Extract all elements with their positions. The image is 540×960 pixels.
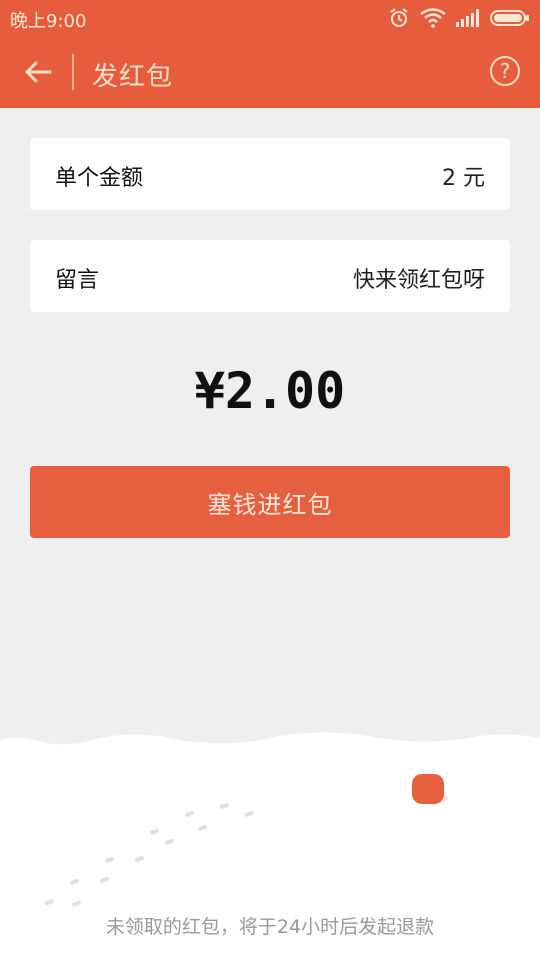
title-divider (72, 54, 74, 90)
battery-icon (490, 10, 529, 26)
amount-field[interactable]: 2 元 (442, 160, 485, 192)
page-title: 发红包 (92, 62, 174, 92)
total-amount: ¥2.00 (194, 362, 346, 420)
red-envelope-icon (412, 774, 444, 804)
back-button[interactable] (20, 54, 56, 90)
app-bar: 发红包 ? (0, 36, 540, 108)
question-circle-icon: ? (499, 59, 511, 83)
amount-row[interactable]: 单个金额 2 元 (30, 138, 510, 210)
status-icons (388, 7, 530, 29)
message-label: 留言 (55, 268, 100, 293)
help-button[interactable]: ? (490, 56, 520, 86)
signal-icon (456, 9, 479, 27)
amount-label: 单个金额 (55, 166, 144, 191)
submit-button-label: 塞钱进红包 (207, 490, 333, 519)
status-time: 晚上9:00 (10, 11, 87, 32)
message-field[interactable]: 快来领红包呀 (353, 262, 485, 294)
wifi-icon (420, 8, 446, 28)
arrow-left-icon (25, 61, 52, 83)
alarm-icon (390, 8, 408, 27)
submit-button[interactable]: 塞钱进红包 (30, 466, 510, 538)
message-row[interactable]: 留言 快来领红包呀 (30, 240, 510, 312)
status-bar: 晚上9:00 (0, 0, 540, 36)
refund-notice: 未领取的红包，将于24小时后发起退款 (105, 916, 435, 938)
